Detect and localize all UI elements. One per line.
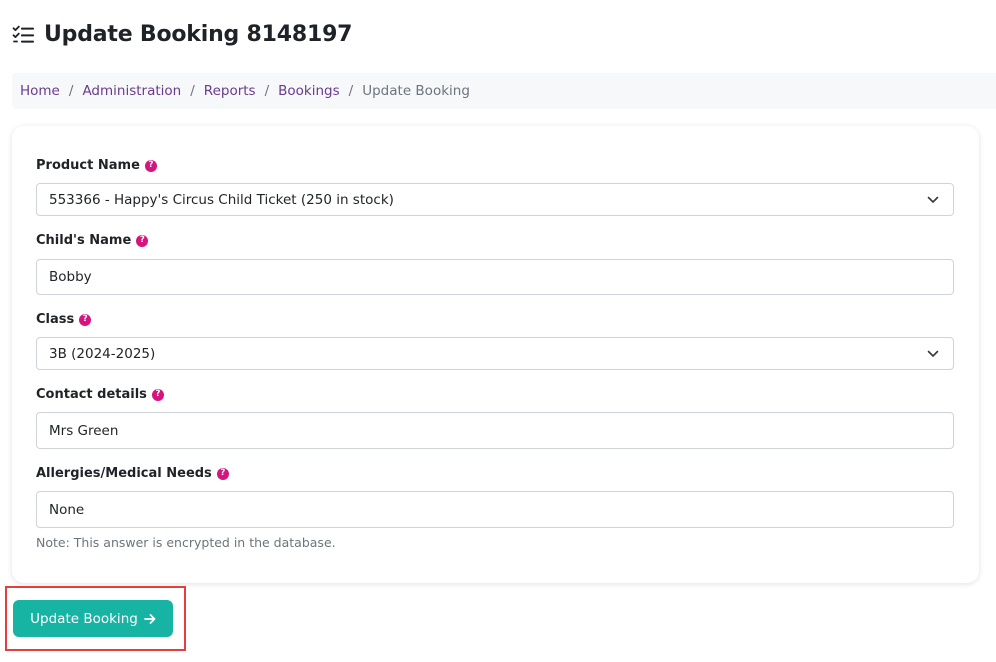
contact-details-input[interactable]: Mrs Green (36, 412, 954, 449)
update-booking-button[interactable]: Update Booking (13, 600, 173, 637)
page: Update Booking 8148197 Home / Administra… (0, 0, 996, 662)
product-name-value: 553366 - Happy's Circus Child Ticket (25… (49, 191, 394, 208)
page-title: Update Booking 8148197 (44, 22, 353, 47)
class-label: Class ? (36, 312, 92, 327)
child-name-label: Child's Name ? (36, 233, 149, 248)
product-name-label: Product Name ? (36, 158, 157, 173)
breadcrumb-bookings[interactable]: Bookings (278, 83, 340, 99)
breadcrumb-separator: / (68, 83, 74, 99)
chevron-down-icon (927, 350, 939, 357)
allergies-value: None (49, 501, 85, 518)
breadcrumb-current: Update Booking (362, 83, 470, 99)
breadcrumb: Home / Administration / Reports / Bookin… (12, 73, 996, 109)
product-name-label-text: Product Name (36, 158, 140, 173)
help-icon[interactable]: ? (144, 159, 157, 172)
help-icon[interactable]: ? (79, 313, 92, 326)
allergies-label-text: Allergies/Medical Needs (36, 466, 212, 481)
contact-details-label-text: Contact details (36, 387, 147, 402)
allergies-input[interactable]: None (36, 491, 954, 528)
breadcrumb-administration[interactable]: Administration (82, 83, 181, 99)
class-select[interactable]: 3B (2024-2025) (36, 337, 954, 370)
update-booking-label: Update Booking (30, 610, 138, 627)
child-name-value: Bobby (49, 269, 92, 285)
breadcrumb-home[interactable]: Home (20, 83, 60, 99)
arrow-right-icon (143, 613, 156, 624)
encryption-note: Note: This answer is encrypted in the da… (36, 535, 336, 550)
page-header: Update Booking 8148197 (12, 22, 352, 47)
contact-details-label: Contact details ? (36, 387, 164, 402)
child-name-label-text: Child's Name (36, 233, 132, 248)
contact-details-value: Mrs Green (49, 422, 119, 439)
product-name-select[interactable]: 553366 - Happy's Circus Child Ticket (25… (36, 183, 954, 216)
child-name-input[interactable]: Bobby (36, 259, 954, 295)
class-value: 3B (2024-2025) (49, 345, 156, 362)
chevron-down-icon (927, 196, 939, 203)
checklist-icon (12, 25, 34, 43)
help-icon[interactable]: ? (216, 467, 229, 480)
booking-form-card: Product Name ? 553366 - Happy's Circus C… (12, 126, 979, 583)
breadcrumb-separator: / (190, 83, 195, 99)
help-icon[interactable]: ? (151, 388, 164, 401)
breadcrumb-reports[interactable]: Reports (204, 83, 256, 99)
allergies-label: Allergies/Medical Needs ? (36, 466, 229, 481)
class-label-text: Class (36, 312, 75, 327)
help-icon[interactable]: ? (136, 234, 149, 247)
breadcrumb-separator: / (348, 83, 354, 99)
breadcrumb-separator: / (264, 83, 270, 99)
